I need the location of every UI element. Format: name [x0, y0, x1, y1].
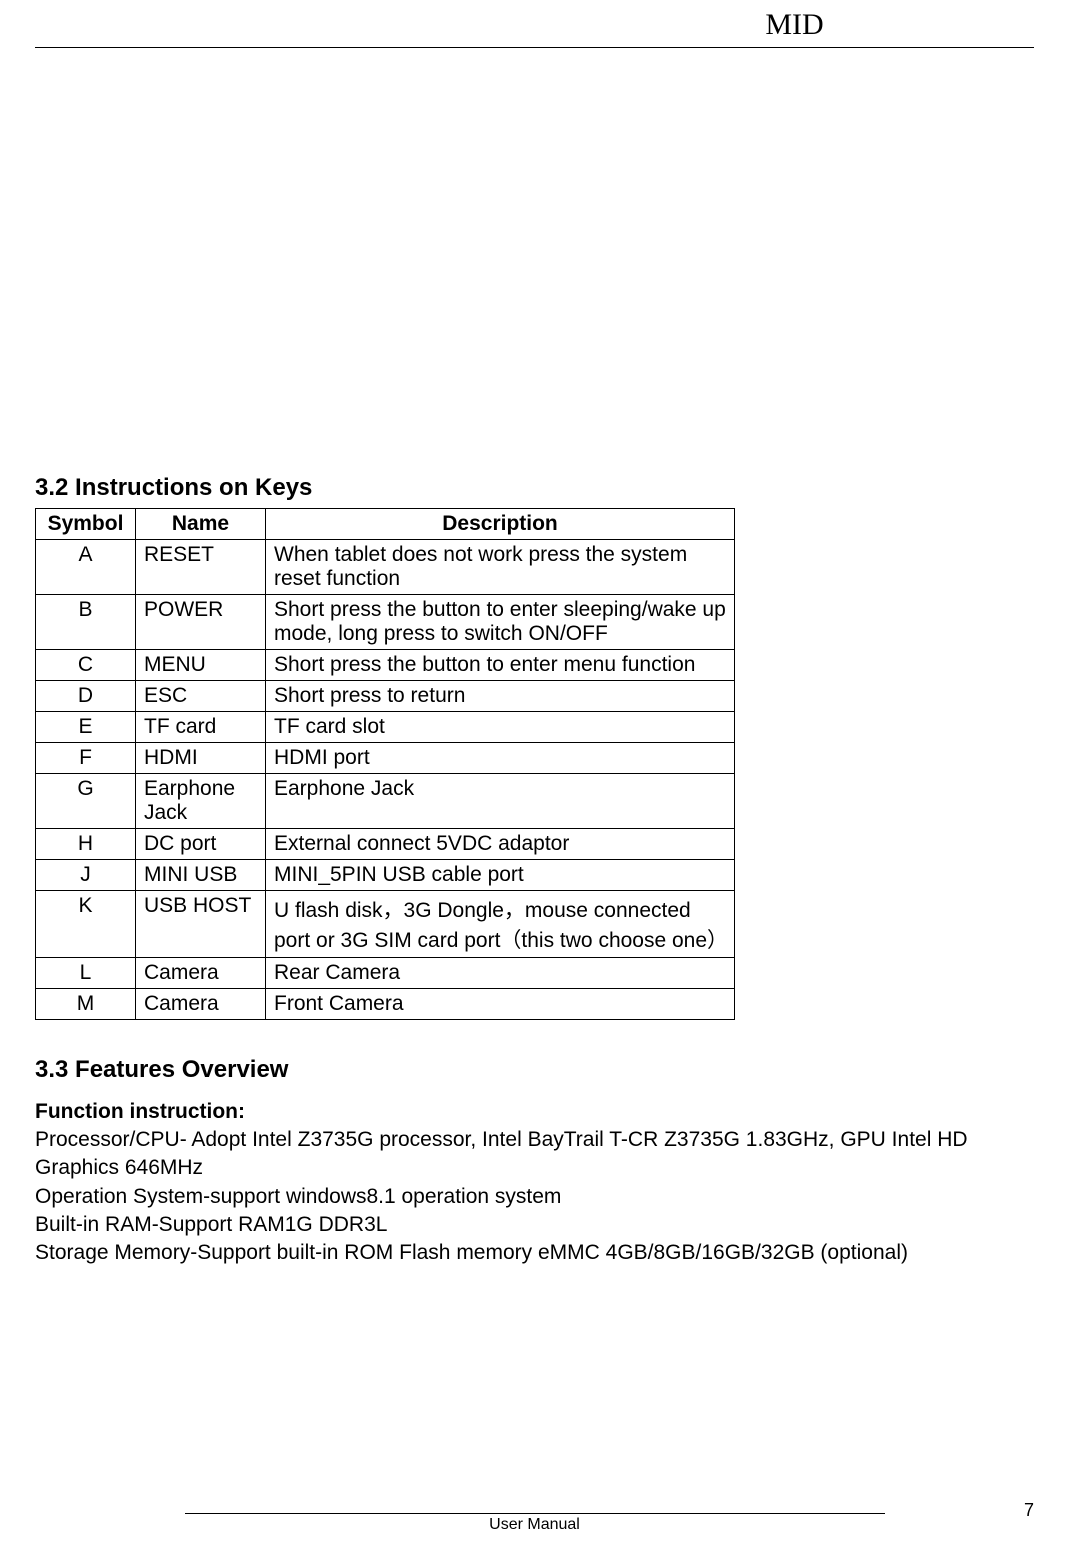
cell-symbol: E — [36, 712, 136, 743]
feature-line: Built-in RAM-Support RAM1G DDR3L — [35, 1211, 1034, 1239]
cell-description: Short press the button to enter sleeping… — [266, 595, 735, 650]
cell-description: When tablet does not work press the syst… — [266, 540, 735, 595]
function-instruction-subheading: Function instruction: — [35, 1100, 1034, 1124]
table-row: C MENU Short press the button to enter m… — [36, 650, 735, 681]
footer-center-text: User Manual — [35, 1516, 1034, 1534]
cell-symbol: L — [36, 958, 136, 989]
cell-symbol: B — [36, 595, 136, 650]
cell-name: USB HOST — [136, 891, 266, 958]
cell-symbol: A — [36, 540, 136, 595]
col-header-symbol: Symbol — [36, 509, 136, 540]
blank-content-area — [35, 48, 1034, 468]
cell-description: Short press to return — [266, 681, 735, 712]
table-row: L Camera Rear Camera — [36, 958, 735, 989]
page-footer: User Manual 7 — [35, 1513, 1034, 1538]
document-header-title: MID — [555, 0, 1034, 47]
cell-name: TF card — [136, 712, 266, 743]
cell-name: MINI USB — [136, 860, 266, 891]
footer-page-number: 7 — [1024, 1500, 1034, 1521]
cell-name: MENU — [136, 650, 266, 681]
cell-symbol: F — [36, 743, 136, 774]
table-row: J MINI USB MINI_5PIN USB cable port — [36, 860, 735, 891]
cell-name: Earphone Jack — [136, 774, 266, 829]
cell-description: Short press the button to enter menu fun… — [266, 650, 735, 681]
table-row: B POWER Short press the button to enter … — [36, 595, 735, 650]
features-body: Processor/CPU- Adopt Intel Z3735G proces… — [35, 1126, 1034, 1268]
keys-table: Symbol Name Description A RESET When tab… — [35, 508, 735, 1020]
cell-description: Earphone Jack — [266, 774, 735, 829]
cell-description: MINI_5PIN USB cable port — [266, 860, 735, 891]
section-3-2-heading: 3.2 Instructions on Keys — [35, 474, 1034, 502]
feature-line: Operation System-support windows8.1 oper… — [35, 1183, 1034, 1211]
cell-name: POWER — [136, 595, 266, 650]
feature-line: Processor/CPU- Adopt Intel Z3735G proces… — [35, 1126, 1034, 1183]
section-3-3-heading: 3.3 Features Overview — [35, 1056, 1034, 1084]
cell-symbol: M — [36, 989, 136, 1020]
table-header-row: Symbol Name Description — [36, 509, 735, 540]
table-row: H DC port External connect 5VDC adaptor — [36, 829, 735, 860]
col-header-name: Name — [136, 509, 266, 540]
cell-description: Front Camera — [266, 989, 735, 1020]
cell-description: U flash disk，3G Dongle，mouse connected p… — [266, 891, 735, 958]
table-row: D ESC Short press to return — [36, 681, 735, 712]
cell-name: Camera — [136, 989, 266, 1020]
feature-line: Storage Memory-Support built-in ROM Flas… — [35, 1239, 1034, 1267]
table-row: F HDMI HDMI port — [36, 743, 735, 774]
cell-symbol: K — [36, 891, 136, 958]
cell-symbol: D — [36, 681, 136, 712]
cell-symbol: J — [36, 860, 136, 891]
cell-description: TF card slot — [266, 712, 735, 743]
cell-name: Camera — [136, 958, 266, 989]
cell-description: External connect 5VDC adaptor — [266, 829, 735, 860]
table-row: G Earphone Jack Earphone Jack — [36, 774, 735, 829]
cell-name: DC port — [136, 829, 266, 860]
cell-description: HDMI port — [266, 743, 735, 774]
cell-symbol: G — [36, 774, 136, 829]
cell-name: HDMI — [136, 743, 266, 774]
cell-name: ESC — [136, 681, 266, 712]
table-row: K USB HOST U flash disk，3G Dongle，mouse … — [36, 891, 735, 958]
table-row: A RESET When tablet does not work press … — [36, 540, 735, 595]
cell-description: Rear Camera — [266, 958, 735, 989]
cell-symbol: H — [36, 829, 136, 860]
table-row: E TF card TF card slot — [36, 712, 735, 743]
col-header-description: Description — [266, 509, 735, 540]
cell-symbol: C — [36, 650, 136, 681]
cell-name: RESET — [136, 540, 266, 595]
table-row: M Camera Front Camera — [36, 989, 735, 1020]
